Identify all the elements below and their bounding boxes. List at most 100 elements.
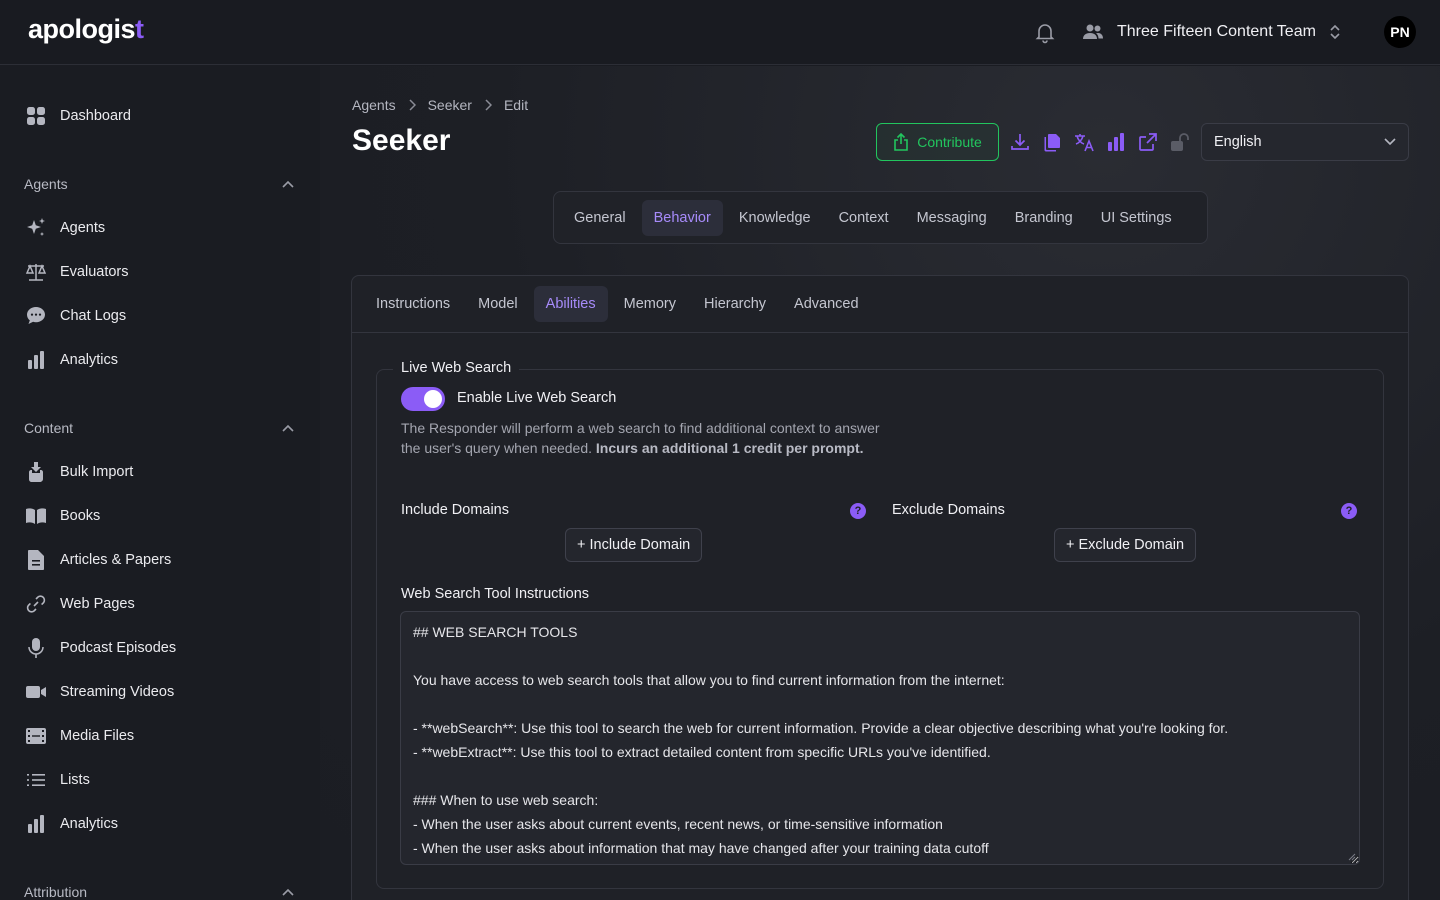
tab-behavior[interactable]: Behavior: [641, 199, 723, 236]
main-tabs: General Behavior Knowledge Context Messa…: [553, 191, 1208, 244]
enable-web-search-toggle[interactable]: [401, 387, 445, 411]
sidebar-item-agents[interactable]: Agents: [24, 216, 105, 240]
top-bar: apologist Three Fifteen Content Team PN: [0, 0, 1440, 65]
textarea-line: - When the user asks about current event…: [413, 816, 943, 832]
sidebar-item-evaluators[interactable]: Evaluators: [24, 260, 129, 284]
subtab-hierarchy[interactable]: Hierarchy: [692, 286, 778, 322]
tab-general[interactable]: General: [562, 200, 638, 236]
download-icon[interactable]: [1010, 132, 1030, 152]
list-icon: [24, 768, 48, 792]
sidebar-item-chat-logs[interactable]: Chat Logs: [24, 304, 126, 328]
chevron-right-icon: [485, 99, 492, 111]
sidebar-item-content-analytics[interactable]: Analytics: [24, 812, 118, 836]
translate-icon[interactable]: [1074, 132, 1094, 152]
content-section-header[interactable]: Content: [24, 418, 294, 438]
users-icon: [1083, 24, 1103, 39]
behavior-panel: Instructions Model Abilities Memory Hier…: [351, 275, 1409, 900]
textarea-line: - **webSearch**: Use this tool to search…: [413, 720, 1229, 736]
agents-section-header[interactable]: Agents: [24, 174, 294, 194]
sidebar-item-agents-analytics[interactable]: Analytics: [24, 348, 118, 372]
subtab-abilities[interactable]: Abilities: [533, 286, 608, 322]
sidebar-item-streaming-videos[interactable]: Streaming Videos: [24, 680, 174, 704]
behavior-sub-tabs: Instructions Model Abilities Memory Hier…: [364, 286, 875, 322]
sidebar-item-label: Streaming Videos: [60, 684, 175, 700]
web-search-instructions-textarea[interactable]: ## WEB SEARCH TOOLS You have access to w…: [400, 611, 1360, 865]
upload-hand-icon: [24, 460, 48, 484]
exclude-domains-label: Exclude Domains: [892, 502, 1005, 518]
breadcrumb-seeker[interactable]: Seeker: [428, 97, 472, 113]
scale-icon: [24, 260, 48, 284]
textarea-line: You have access to web search tools that…: [413, 672, 1005, 688]
include-domains-help-icon[interactable]: ?: [850, 503, 866, 519]
include-domain-button[interactable]: + Include Domain: [565, 528, 703, 562]
sparkles-icon: [24, 216, 48, 240]
tab-ui-settings[interactable]: UI Settings: [1089, 200, 1184, 236]
bar-chart-icon: [24, 348, 48, 372]
subtab-instructions[interactable]: Instructions: [364, 286, 462, 322]
toggle-knob: [424, 390, 442, 408]
unlock-icon[interactable]: [1170, 132, 1190, 152]
textarea-line: [413, 692, 1347, 716]
sidebar-item-label: Web Pages: [60, 596, 135, 612]
textarea-line: [413, 764, 1347, 788]
resize-handle-icon[interactable]: [1348, 853, 1356, 861]
sidebar-item-media-files[interactable]: Media Files: [24, 724, 134, 748]
analytics-icon[interactable]: [1106, 132, 1126, 152]
document-icon: [24, 548, 48, 572]
film-icon: [24, 724, 48, 748]
web-search-description: The Responder will perform a web search …: [401, 420, 880, 456]
chevron-up-icon: [282, 180, 294, 188]
chevron-right-icon: [409, 99, 416, 111]
textarea-line: [413, 644, 1347, 668]
include-domains-label: Include Domains: [401, 502, 509, 518]
duplicate-icon[interactable]: [1042, 132, 1062, 152]
sidebar-item-web-pages[interactable]: Web Pages: [24, 592, 135, 616]
sidebar: Dashboard Agents Agents Evaluators Chat …: [0, 66, 320, 900]
tab-messaging[interactable]: Messaging: [905, 200, 999, 236]
language-select[interactable]: English: [1201, 123, 1409, 161]
divider: [352, 332, 1408, 333]
team-switcher[interactable]: Three Fifteen Content Team: [1081, 20, 1342, 44]
contribute-button[interactable]: Contribute: [876, 123, 999, 161]
enable-web-search-label: Enable Live Web Search: [457, 390, 617, 406]
notifications-bell-icon[interactable]: [1033, 20, 1057, 44]
sidebar-item-label: Lists: [60, 772, 90, 788]
sidebar-item-articles[interactable]: Articles & Papers: [24, 548, 171, 572]
exclude-domain-button[interactable]: + Exclude Domain: [1054, 528, 1197, 562]
external-link-icon[interactable]: [1138, 132, 1158, 152]
sidebar-item-bulk-import[interactable]: Bulk Import: [24, 460, 133, 484]
sidebar-item-label: Chat Logs: [60, 308, 127, 324]
sidebar-item-label: Agents: [60, 220, 106, 236]
apologist-logo[interactable]: apologist: [28, 14, 144, 45]
subtab-advanced[interactable]: Advanced: [782, 286, 871, 322]
sidebar-item-label: Books: [60, 508, 101, 524]
sidebar-item-label: Analytics: [60, 352, 119, 368]
web-search-instructions-label: Web Search Tool Instructions: [401, 586, 590, 602]
sidebar-item-lists[interactable]: Lists: [24, 768, 90, 792]
chevron-up-icon: [282, 424, 294, 432]
page-title: Seeker: [352, 124, 451, 157]
live-web-search-legend: Live Web Search: [393, 360, 520, 376]
sidebar-item-label: Podcast Episodes: [60, 640, 177, 656]
main-content: Agents Seeker Edit Seeker Contribute Eng…: [320, 66, 1440, 900]
sidebar-item-label: Bulk Import: [60, 464, 134, 480]
user-avatar[interactable]: PN: [1384, 16, 1416, 48]
sidebar-item-books[interactable]: Books: [24, 504, 100, 528]
book-open-icon: [24, 504, 48, 528]
microphone-icon: [24, 636, 48, 660]
tab-context[interactable]: Context: [827, 200, 901, 236]
sidebar-item-dashboard[interactable]: Dashboard: [24, 104, 131, 128]
subtab-model[interactable]: Model: [466, 286, 530, 322]
exclude-domains-help-icon[interactable]: ?: [1341, 503, 1357, 519]
breadcrumb-edit: Edit: [503, 97, 529, 113]
tab-branding[interactable]: Branding: [1003, 200, 1085, 236]
bar-chart-icon: [24, 812, 48, 836]
attribution-section-header[interactable]: Attribution: [24, 882, 294, 900]
tab-knowledge[interactable]: Knowledge: [727, 200, 823, 236]
sidebar-item-podcast-episodes[interactable]: Podcast Episodes: [24, 636, 176, 660]
dashboard-icon: [24, 104, 48, 128]
breadcrumb: Agents Seeker Edit: [352, 97, 528, 113]
breadcrumb-agents[interactable]: Agents: [352, 97, 396, 113]
team-name: Three Fifteen Content Team: [1117, 23, 1316, 40]
subtab-memory[interactable]: Memory: [612, 286, 688, 322]
